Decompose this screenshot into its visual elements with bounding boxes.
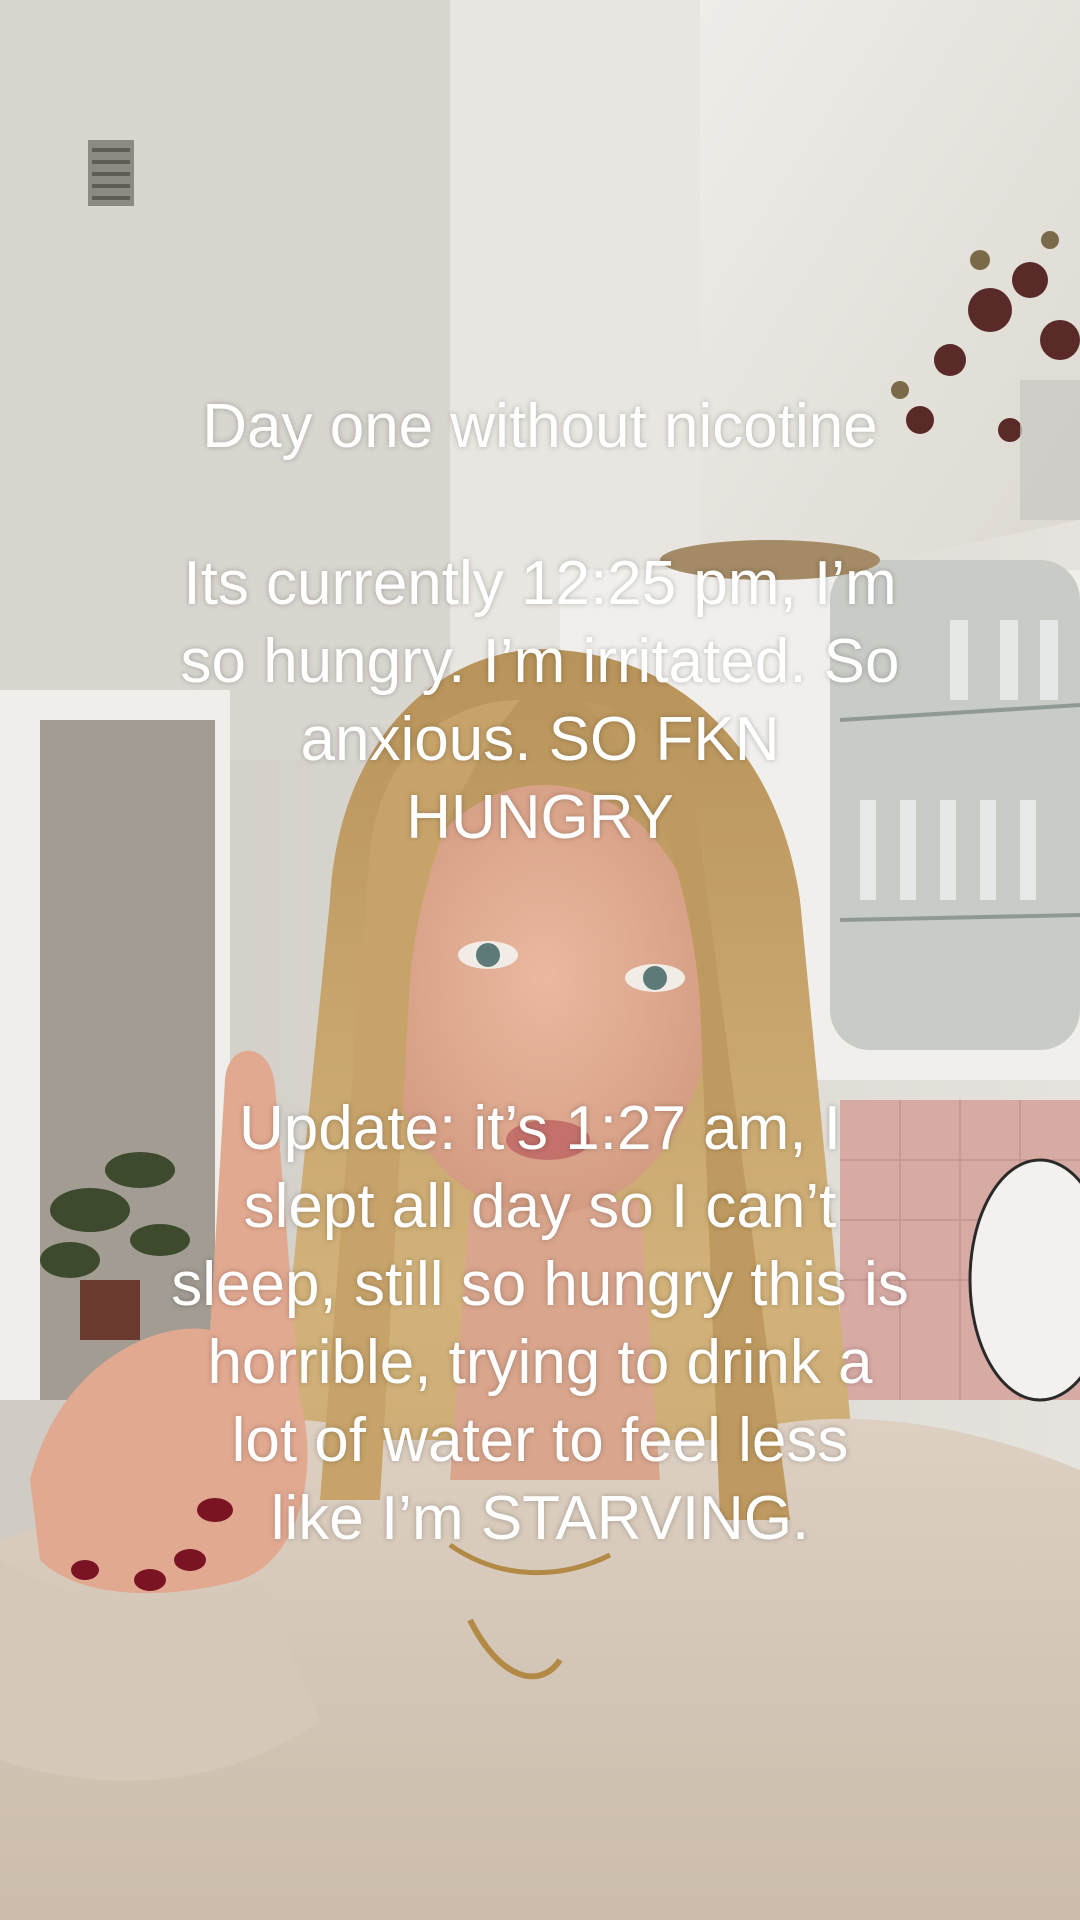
caption-title: Day one without nicotine (202, 392, 878, 461)
video-frame (0, 0, 1080, 1920)
caption-entry-two: Update: it’s 1:27 am, I slept all day so… (171, 1094, 909, 1553)
caption-entry-one: Its currently 12:25 pm, I’m so hungry. I… (180, 549, 900, 852)
background-photo (0, 0, 1080, 1920)
